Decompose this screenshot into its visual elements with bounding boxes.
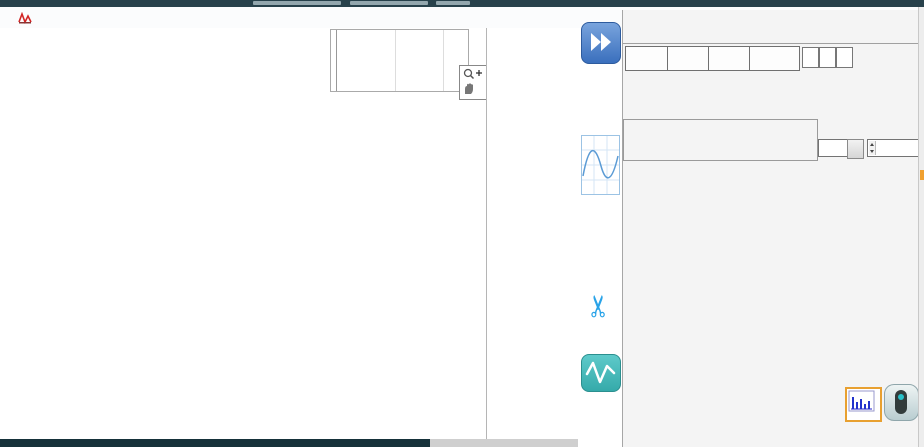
save-button[interactable] — [667, 46, 709, 71]
panel-edge-strip — [918, 7, 924, 447]
trigger-group — [623, 119, 818, 161]
waveform-button[interactable] — [581, 354, 621, 392]
app-logo-icon — [18, 12, 32, 24]
pan-hand-icon[interactable] — [461, 82, 485, 96]
settings-panel — [622, 10, 919, 447]
horizontal-scrollbar[interactable] — [0, 439, 578, 447]
oscilloscope-chart — [0, 28, 486, 447]
legend-separator — [395, 30, 396, 92]
settings-button[interactable] — [749, 46, 800, 71]
background-strip-fragment — [350, 1, 428, 5]
channel-table — [622, 171, 910, 387]
channel-legend — [330, 29, 469, 92]
spectrum-button[interactable] — [845, 387, 882, 422]
legend-tree-line — [336, 30, 337, 92]
spinner-icon[interactable] — [869, 141, 876, 155]
plot-tool-box — [459, 65, 487, 100]
register-button[interactable] — [708, 46, 750, 71]
indicator-box — [819, 47, 836, 68]
camera-lens-icon — [895, 390, 907, 414]
background-strip-fragment — [253, 1, 341, 5]
camera-button[interactable] — [884, 384, 919, 421]
screenshot-scissors-icon[interactable]: ✂ — [580, 288, 620, 324]
tab-strip-baseline — [623, 43, 919, 44]
horizontal-scrollbar-thumb[interactable] — [0, 439, 430, 447]
zoom-in-icon[interactable] — [461, 67, 485, 81]
app-window: ✂ — [0, 0, 924, 447]
indicator-box — [836, 47, 853, 68]
background-strip-fragment — [436, 1, 470, 5]
record-mode-combo[interactable] — [867, 139, 924, 157]
play-button[interactable] — [581, 22, 621, 64]
indicator-box — [802, 47, 819, 68]
single-clear-button[interactable] — [847, 139, 864, 159]
tool-column: ✂ — [578, 28, 622, 447]
scroll-marker — [920, 170, 924, 180]
background-window-strip — [0, 0, 924, 7]
open-button[interactable] — [625, 46, 668, 71]
status-thumbnail — [581, 135, 620, 195]
legend-separator — [443, 30, 444, 92]
measurement-info-panel — [486, 28, 580, 439]
